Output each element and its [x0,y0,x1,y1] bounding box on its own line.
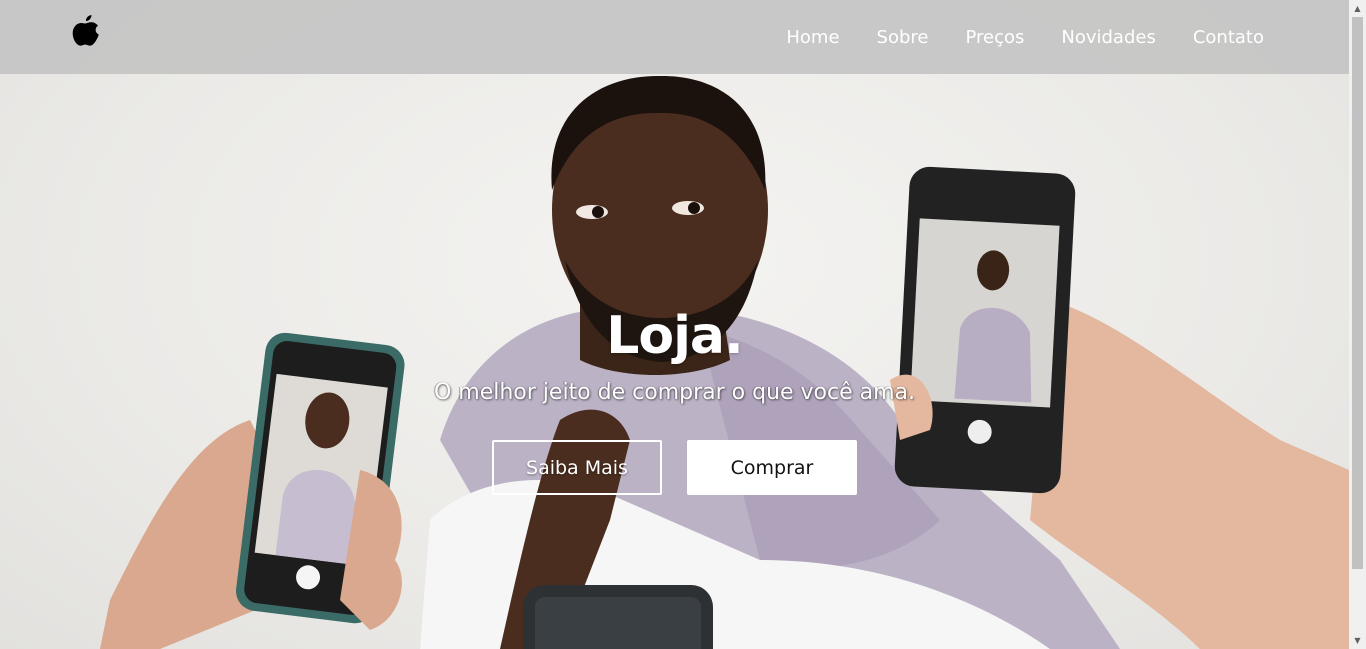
page: Home Sobre Preços Novidades Contato Loja… [0,0,1366,649]
scroll-up-arrow-icon[interactable]: ▲ [1349,0,1366,17]
hero-title: Loja. [606,306,744,366]
scroll-down-arrow-icon[interactable]: ▼ [1349,632,1366,649]
nav-link-sobre[interactable]: Sobre [877,26,929,50]
learn-more-button[interactable]: Saiba Mais [492,440,662,495]
vertical-scrollbar[interactable]: ▲ ▼ [1349,0,1366,649]
nav-link-contato[interactable]: Contato [1193,26,1264,50]
buy-button[interactable]: Comprar [687,440,857,495]
site-header: Home Sobre Preços Novidades Contato [0,0,1349,74]
nav-link-precos[interactable]: Preços [965,26,1024,50]
hero-subtitle: O melhor jeito de comprar o que você ama… [433,380,916,405]
main-navigation: Home Sobre Preços Novidades Contato [786,26,1264,50]
nav-link-home[interactable]: Home [786,26,839,50]
nav-link-novidades[interactable]: Novidades [1061,26,1155,50]
apple-logo-icon[interactable] [68,13,102,49]
scrollbar-thumb[interactable] [1352,17,1363,569]
